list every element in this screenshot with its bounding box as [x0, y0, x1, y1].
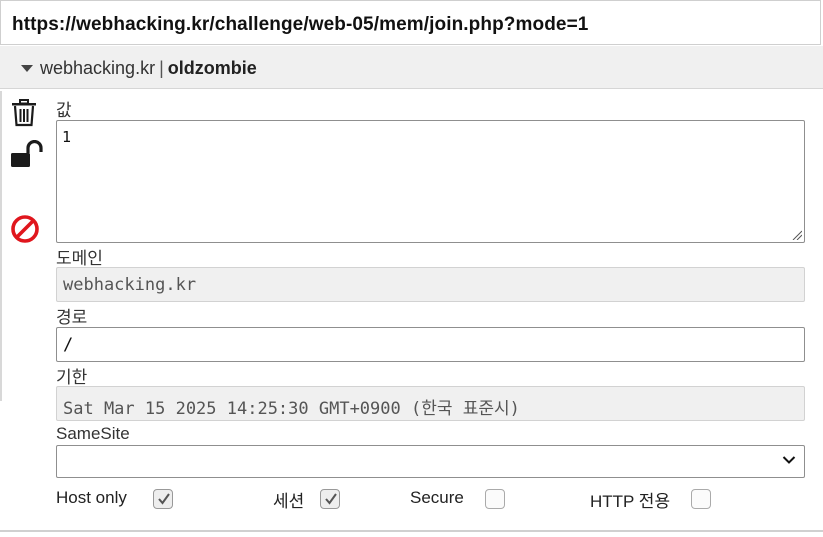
http-only-checkbox[interactable] [691, 489, 711, 509]
value-textarea[interactable]: 1 [56, 120, 805, 243]
secure-label: Secure [410, 488, 464, 507]
path-value: / [63, 335, 74, 355]
expires-field[interactable]: Sat Mar 15 2025 14:25:30 GMT+0900 (한국 표준… [56, 386, 805, 421]
domain-field[interactable]: webhacking.kr [56, 267, 805, 302]
secure-checkbox[interactable] [485, 489, 505, 509]
path-label: 경로 [56, 308, 88, 327]
cookie-header[interactable]: webhacking.kr | oldzombie [0, 46, 823, 89]
http-only-label: HTTP 전용 [590, 492, 671, 511]
host-only-label: Host only [56, 488, 127, 507]
checkmark-icon [158, 493, 170, 505]
unlock-icon[interactable] [9, 139, 43, 174]
collapse-triangle-icon[interactable] [21, 65, 33, 72]
session-checkbox[interactable] [320, 489, 340, 509]
cookie-domain: webhacking.kr [40, 58, 156, 78]
path-field[interactable]: / [56, 327, 805, 362]
checkmark-icon [325, 493, 337, 505]
title-separator: | [159, 58, 164, 78]
cookie-title: webhacking.kr | oldzombie [40, 58, 257, 79]
domain-label: 도메인 [56, 249, 103, 268]
chevron-down-icon [782, 456, 796, 464]
expires-value: Sat Mar 15 2025 14:25:30 GMT+0900 (한국 표준… [63, 399, 520, 419]
host-only-checkbox[interactable] [153, 489, 173, 509]
expires-label: 기한 [56, 368, 88, 387]
samesite-label: SameSite [56, 424, 130, 443]
block-icon[interactable] [10, 214, 40, 248]
address-bar[interactable]: https://webhacking.kr/challenge/web-05/m… [0, 0, 821, 45]
resize-handle-icon[interactable] [792, 230, 802, 240]
session-label: 세션 [273, 492, 305, 511]
left-divider [0, 91, 2, 401]
value-text: 1 [62, 128, 72, 146]
value-label: 값 [56, 101, 72, 120]
cookie-name: oldzombie [167, 58, 257, 78]
samesite-select[interactable] [56, 445, 805, 478]
url-text: https://webhacking.kr/challenge/web-05/m… [12, 14, 589, 35]
domain-value: webhacking.kr [63, 275, 197, 295]
trash-icon[interactable] [11, 99, 37, 131]
bottom-divider [0, 530, 823, 532]
